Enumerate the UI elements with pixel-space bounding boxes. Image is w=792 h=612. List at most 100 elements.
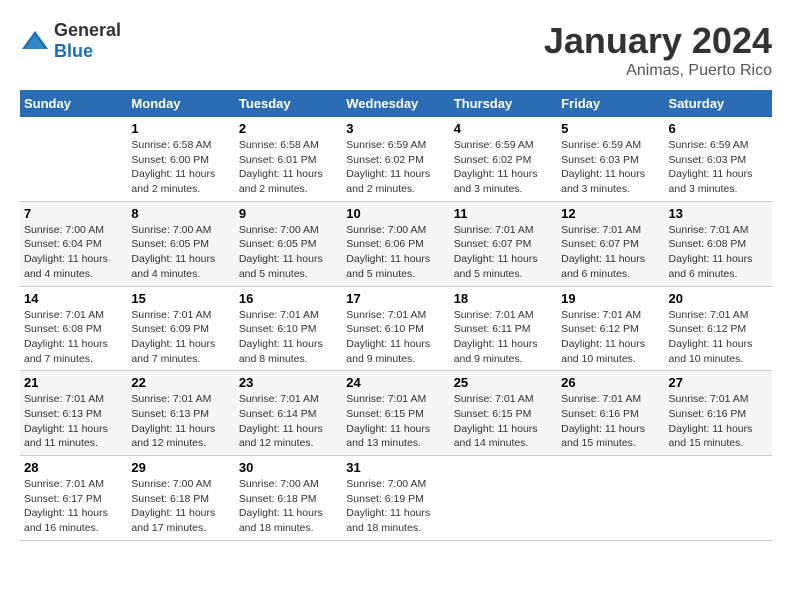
calendar-cell	[450, 456, 557, 541]
day-number: 8	[131, 206, 230, 221]
day-info: Sunrise: 7:01 AMSunset: 6:13 PMDaylight:…	[131, 392, 230, 451]
calendar-cell: 21 Sunrise: 7:01 AMSunset: 6:13 PMDayligh…	[20, 371, 127, 456]
weekday-header: Tuesday	[235, 90, 342, 117]
logo: General Blue	[20, 20, 121, 62]
title-block: January 2024 Animas, Puerto Rico	[544, 20, 772, 80]
day-info: Sunrise: 7:00 AMSunset: 6:18 PMDaylight:…	[131, 477, 230, 536]
weekday-header: Wednesday	[342, 90, 449, 117]
day-number: 20	[669, 291, 768, 306]
calendar-cell: 7 Sunrise: 7:00 AMSunset: 6:04 PMDaylight…	[20, 201, 127, 286]
day-info: Sunrise: 7:01 AMSunset: 6:08 PMDaylight:…	[669, 223, 768, 282]
calendar-cell	[557, 456, 664, 541]
day-number: 9	[239, 206, 338, 221]
day-number: 13	[669, 206, 768, 221]
day-number: 1	[131, 121, 230, 136]
day-info: Sunrise: 7:01 AMSunset: 6:07 PMDaylight:…	[454, 223, 553, 282]
calendar-cell: 1 Sunrise: 6:58 AMSunset: 6:00 PMDaylight…	[127, 117, 234, 201]
day-info: Sunrise: 6:59 AMSunset: 6:03 PMDaylight:…	[561, 138, 660, 197]
calendar-week-row: 1 Sunrise: 6:58 AMSunset: 6:00 PMDaylight…	[20, 117, 772, 201]
day-info: Sunrise: 7:01 AMSunset: 6:14 PMDaylight:…	[239, 392, 338, 451]
calendar-cell: 26Sunrise: 7:01 AMSunset: 6:16 PMDayligh…	[557, 371, 664, 456]
day-info: Sunrise: 7:01 AMSunset: 6:09 PMDaylight:…	[131, 308, 230, 367]
day-info: Sunrise: 7:01 AMSunset: 6:16 PMDaylight:…	[669, 392, 768, 451]
day-number: 15	[131, 291, 230, 306]
calendar-cell	[20, 117, 127, 201]
day-info: Sunrise: 7:01 AMSunset: 6:17 PMDaylight:…	[24, 477, 123, 536]
day-info: Sunrise: 7:01 AMSunset: 6:15 PMDaylight:…	[346, 392, 445, 451]
weekday-header: Friday	[557, 90, 664, 117]
day-info: Sunrise: 6:59 AMSunset: 6:02 PMDaylight:…	[346, 138, 445, 197]
day-number: 23	[239, 375, 338, 390]
calendar-cell: 28 Sunrise: 7:01 AMSunset: 6:17 PMDayligh…	[20, 456, 127, 541]
day-info: Sunrise: 7:00 AMSunset: 6:19 PMDaylight:…	[346, 477, 445, 536]
day-info: Sunrise: 7:01 AMSunset: 6:07 PMDaylight:…	[561, 223, 660, 282]
day-info: Sunrise: 7:00 AMSunset: 6:04 PMDaylight:…	[24, 223, 123, 282]
logo-icon	[20, 29, 50, 53]
calendar-cell: 24 Sunrise: 7:01 AMSunset: 6:15 PMDayligh…	[342, 371, 449, 456]
weekday-header: Thursday	[450, 90, 557, 117]
day-number: 12	[561, 206, 660, 221]
logo-general: General	[54, 20, 121, 40]
page-header: General Blue January 2024 Animas, Puerto…	[20, 20, 772, 80]
day-number: 24	[346, 375, 445, 390]
calendar-cell: 5 Sunrise: 6:59 AMSunset: 6:03 PMDaylight…	[557, 117, 664, 201]
day-number: 28	[24, 460, 123, 475]
day-number: 3	[346, 121, 445, 136]
logo-blue: Blue	[54, 41, 93, 61]
day-number: 18	[454, 291, 553, 306]
calendar-cell: 17Sunrise: 7:01 AMSunset: 6:10 PMDayligh…	[342, 286, 449, 371]
day-info: Sunrise: 6:58 AMSunset: 6:00 PMDaylight:…	[131, 138, 230, 197]
calendar-cell: 27Sunrise: 7:01 AMSunset: 6:16 PMDayligh…	[665, 371, 772, 456]
calendar-cell: 9 Sunrise: 7:00 AMSunset: 6:05 PMDaylight…	[235, 201, 342, 286]
day-number: 29	[131, 460, 230, 475]
day-info: Sunrise: 7:01 AMSunset: 6:12 PMDaylight:…	[561, 308, 660, 367]
calendar-cell: 13 Sunrise: 7:01 AMSunset: 6:08 PMDayligh…	[665, 201, 772, 286]
day-number: 19	[561, 291, 660, 306]
day-number: 30	[239, 460, 338, 475]
calendar-week-row: 28 Sunrise: 7:01 AMSunset: 6:17 PMDayligh…	[20, 456, 772, 541]
calendar-cell: 20 Sunrise: 7:01 AMSunset: 6:12 PMDayligh…	[665, 286, 772, 371]
day-number: 14	[24, 291, 123, 306]
calendar-table: SundayMondayTuesdayWednesdayThursdayFrid…	[20, 90, 772, 541]
calendar-cell: 19 Sunrise: 7:01 AMSunset: 6:12 PMDayligh…	[557, 286, 664, 371]
calendar-cell: 11 Sunrise: 7:01 AMSunset: 6:07 PMDayligh…	[450, 201, 557, 286]
calendar-cell: 12 Sunrise: 7:01 AMSunset: 6:07 PMDayligh…	[557, 201, 664, 286]
day-info: Sunrise: 7:01 AMSunset: 6:11 PMDaylight:…	[454, 308, 553, 367]
day-number: 25	[454, 375, 553, 390]
day-number: 5	[561, 121, 660, 136]
weekday-header-row: SundayMondayTuesdayWednesdayThursdayFrid…	[20, 90, 772, 117]
calendar-cell: 25 Sunrise: 7:01 AMSunset: 6:15 PMDayligh…	[450, 371, 557, 456]
day-number: 22	[131, 375, 230, 390]
day-info: Sunrise: 7:01 AMSunset: 6:08 PMDaylight:…	[24, 308, 123, 367]
day-info: Sunrise: 6:59 AMSunset: 6:02 PMDaylight:…	[454, 138, 553, 197]
day-info: Sunrise: 6:58 AMSunset: 6:01 PMDaylight:…	[239, 138, 338, 197]
calendar-cell: 2 Sunrise: 6:58 AMSunset: 6:01 PMDaylight…	[235, 117, 342, 201]
calendar-cell: 14 Sunrise: 7:01 AMSunset: 6:08 PMDayligh…	[20, 286, 127, 371]
calendar-cell: 31Sunrise: 7:00 AMSunset: 6:19 PMDayligh…	[342, 456, 449, 541]
day-info: Sunrise: 7:01 AMSunset: 6:10 PMDaylight:…	[239, 308, 338, 367]
day-number: 17	[346, 291, 445, 306]
calendar-cell: 30 Sunrise: 7:00 AMSunset: 6:18 PMDayligh…	[235, 456, 342, 541]
calendar-cell: 3 Sunrise: 6:59 AMSunset: 6:02 PMDaylight…	[342, 117, 449, 201]
day-info: Sunrise: 6:59 AMSunset: 6:03 PMDaylight:…	[669, 138, 768, 197]
day-number: 7	[24, 206, 123, 221]
day-info: Sunrise: 7:00 AMSunset: 6:18 PMDaylight:…	[239, 477, 338, 536]
calendar-week-row: 7 Sunrise: 7:00 AMSunset: 6:04 PMDaylight…	[20, 201, 772, 286]
day-info: Sunrise: 7:01 AMSunset: 6:15 PMDaylight:…	[454, 392, 553, 451]
calendar-cell: 8Sunrise: 7:00 AMSunset: 6:05 PMDaylight…	[127, 201, 234, 286]
calendar-week-row: 14 Sunrise: 7:01 AMSunset: 6:08 PMDayligh…	[20, 286, 772, 371]
day-info: Sunrise: 7:00 AMSunset: 6:05 PMDaylight:…	[239, 223, 338, 282]
weekday-header: Sunday	[20, 90, 127, 117]
calendar-cell: 4 Sunrise: 6:59 AMSunset: 6:02 PMDaylight…	[450, 117, 557, 201]
day-info: Sunrise: 7:01 AMSunset: 6:13 PMDaylight:…	[24, 392, 123, 451]
day-info: Sunrise: 7:01 AMSunset: 6:12 PMDaylight:…	[669, 308, 768, 367]
day-number: 4	[454, 121, 553, 136]
location-title: Animas, Puerto Rico	[544, 62, 772, 80]
month-title: January 2024	[544, 20, 772, 62]
day-number: 2	[239, 121, 338, 136]
day-number: 21	[24, 375, 123, 390]
calendar-week-row: 21 Sunrise: 7:01 AMSunset: 6:13 PMDayligh…	[20, 371, 772, 456]
day-number: 11	[454, 206, 553, 221]
calendar-cell: 6Sunrise: 6:59 AMSunset: 6:03 PMDaylight…	[665, 117, 772, 201]
day-number: 16	[239, 291, 338, 306]
